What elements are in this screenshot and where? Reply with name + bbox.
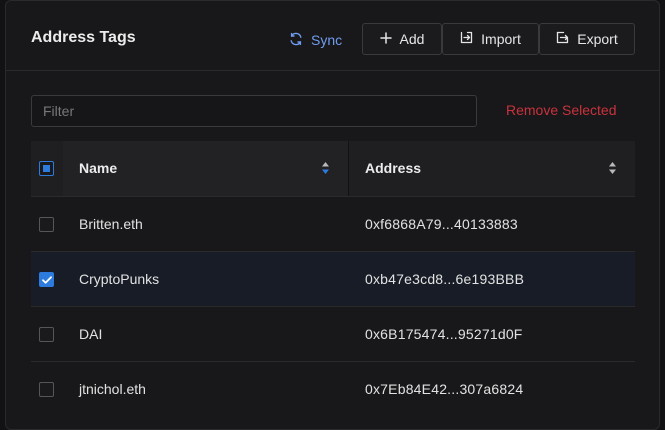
tag-address: 0xb47e3cd8...6e193BBB [365,271,525,287]
panel-header: Address Tags Sync Add Import Export [6,1,659,71]
address-column-header[interactable]: Address [349,141,635,196]
name-column-label: Name [79,160,118,176]
row-checkbox[interactable] [39,326,54,342]
export-button[interactable]: Export [539,23,635,55]
row-checkbox-cell [31,362,63,417]
import-button[interactable]: Import [442,23,539,55]
table-row[interactable]: jtnichol.eth 0x7Eb84E42...307a6824 [31,361,635,416]
filter-input[interactable] [31,95,477,127]
tag-name: Britten.eth [79,216,143,232]
row-checkbox-cell [31,307,63,362]
table-row[interactable]: Britten.eth 0xf6868A79...40133883 [31,196,635,251]
sort-icon[interactable] [608,161,617,180]
tag-name: jtnichol.eth [79,381,146,397]
plus-icon [379,31,392,47]
tag-address: 0xf6868A79...40133883 [365,216,518,232]
tag-address: 0x7Eb84E42...307a6824 [365,381,524,397]
import-label: Import [481,31,521,47]
tag-address: 0x6B175474...95271d0F [365,326,523,342]
address-tags-table: Name Address Britten.eth 0xf6868A79...40… [31,141,635,416]
export-label: Export [577,31,618,47]
sync-icon [289,32,303,49]
tag-name: DAI [79,326,103,342]
row-checkbox[interactable] [39,216,54,232]
sort-icon[interactable] [321,161,330,180]
table-row[interactable]: CryptoPunks 0xb47e3cd8...6e193BBB [31,251,635,306]
select-all-checkbox[interactable] [39,161,54,176]
add-button[interactable]: Add [362,23,442,55]
import-icon [460,31,473,47]
row-checkbox-cell [31,197,63,252]
page-title: Address Tags [31,29,136,46]
row-checkbox[interactable] [39,271,54,287]
table-row[interactable]: DAI 0x6B175474...95271d0F [31,306,635,361]
export-icon [556,31,569,47]
sync-label: Sync [311,32,343,48]
address-column-label: Address [365,160,422,176]
address-tags-panel: Address Tags Sync Add Import Export Filt… [5,0,660,430]
table-header: Name Address [31,141,635,196]
sync-button[interactable]: Sync [289,27,342,53]
add-label: Add [399,31,425,47]
tag-name: CryptoPunks [79,271,160,287]
name-column-header[interactable]: Name [63,141,349,196]
remove-selected-button[interactable]: Remove Selected [506,102,617,118]
row-checkbox[interactable] [39,381,54,397]
header-checkbox-cell [31,141,63,196]
row-checkbox-cell [31,252,63,307]
